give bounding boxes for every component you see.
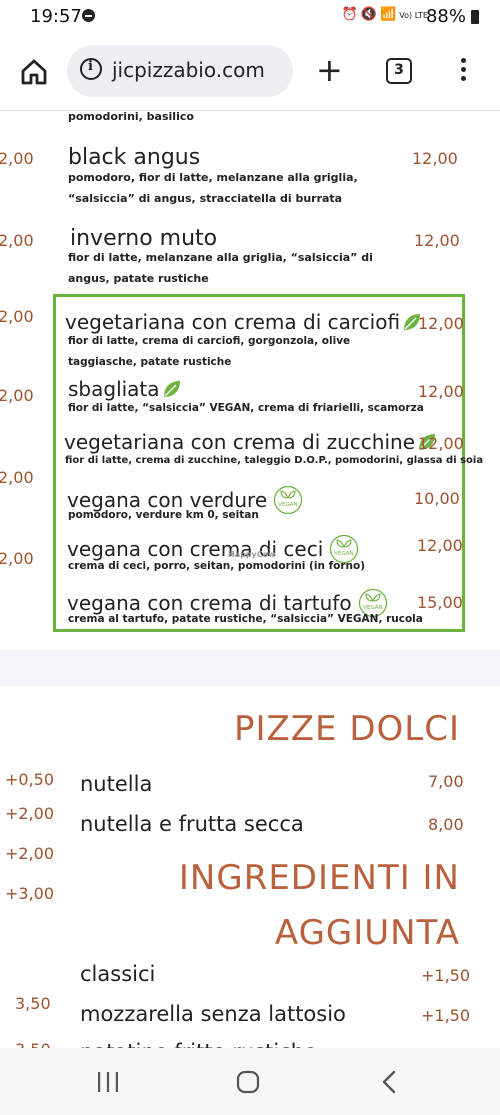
left-price: 2,00	[0, 386, 34, 405]
pizza-description: crema al tartufo, patate rustiche, “sals…	[68, 613, 423, 625]
address-bar[interactable]: jicpizzabio.com	[67, 45, 293, 97]
status-indicators: ⏰🔇📶Vo) LTE	[342, 7, 428, 22]
extra-ingredient-price: +1,50	[421, 966, 471, 985]
pizza-description: fior di latte, melanzane alla griglia, “…	[68, 251, 373, 285]
new-tab-icon[interactable]: +	[316, 54, 343, 86]
more-menu-icon[interactable]	[460, 58, 468, 88]
left-price: 3,50	[15, 994, 51, 1013]
left-price: 2,00	[0, 149, 34, 168]
extra-ingredient-name: classici	[80, 962, 156, 986]
status-time: 19:57	[30, 6, 82, 27]
leaf-icon	[163, 381, 180, 397]
browser-toolbar: jicpizzabio.com + 3	[0, 34, 500, 111]
back-icon[interactable]	[380, 1070, 398, 1094]
pizza-price: 15,00	[417, 593, 463, 612]
extra-ingredient-name: mozzarella senza lattosio	[80, 1002, 346, 1026]
happycow-watermark: HappyCow	[228, 550, 276, 559]
pizza-price: 12,00	[418, 314, 464, 333]
site-info-icon[interactable]	[80, 58, 102, 80]
extra-ingredient-price: +1,50	[421, 1006, 471, 1025]
left-price: 2,00	[0, 549, 34, 568]
pizza-price: 12,00	[418, 434, 464, 453]
left-price: +2,00	[5, 804, 55, 823]
dessert-price: 8,00	[428, 815, 464, 834]
pizza-description: crema di ceci, porro, seitan, pomodorini…	[68, 560, 366, 572]
wifi-icon: 📶	[380, 7, 400, 22]
home-icon[interactable]	[20, 58, 48, 86]
alarm-icon: ⏰	[341, 7, 361, 22]
pizza-description: fior di latte, crema di carciofi, gorgon…	[68, 335, 351, 368]
pizza-price: 12,00	[412, 149, 458, 168]
left-price: 2,00	[0, 468, 34, 487]
dessert-name: nutella	[80, 772, 153, 796]
pizza-description: pomodorini, basilico	[68, 111, 194, 123]
pizza-price: 12,00	[414, 231, 460, 250]
left-price: 2,00	[0, 307, 34, 326]
pizza-description: fior di latte, “salsiccia” VEGAN, crema …	[68, 402, 424, 414]
pizza-price: 12,00	[418, 382, 464, 401]
pizza-description: fior di latte, crema di zucchine, talegg…	[65, 455, 484, 466]
pizza-price: 12,00	[417, 536, 463, 555]
section-divider	[0, 650, 500, 686]
web-page[interactable]: 2,00 2,00 2,00 2,00 2,00 2,00 pomodorini…	[0, 111, 500, 1048]
left-price: 3,50	[15, 1040, 51, 1048]
network-label: Vo) LTE	[399, 11, 428, 20]
battery-level: 88%	[425, 6, 466, 27]
status-bar: 19:57 ⏰🔇📶Vo) LTE 88%	[0, 0, 500, 34]
system-navigation-bar	[0, 1048, 500, 1115]
recent-apps-icon[interactable]	[97, 1071, 119, 1093]
section-title-pizze-dolci: PIZZE DOLCI	[233, 709, 460, 749]
section-title-ingredienti-line1: INGREDIENTI IN	[178, 858, 460, 898]
dessert-price: 7,00	[428, 772, 464, 791]
pizza-price: 10,00	[414, 489, 460, 508]
home-button-icon[interactable]	[236, 1070, 260, 1094]
dessert-name: nutella e frutta secca	[80, 812, 304, 836]
left-price: +2,00	[5, 844, 55, 863]
battery-icon	[471, 10, 479, 24]
url-text[interactable]: jicpizzabio.com	[112, 58, 265, 82]
pizza-description: pomodoro, verdure km 0, seitan	[68, 509, 259, 521]
dnd-icon	[82, 9, 95, 22]
pizza-description: pomodoro, fior di latte, melanzane alla …	[68, 171, 358, 205]
left-price: +0,50	[5, 770, 55, 789]
left-price: +3,00	[5, 884, 55, 903]
tab-switcher-button[interactable]: 3	[386, 58, 412, 84]
extra-ingredient-name: patatine fritte rustiche	[80, 1040, 317, 1048]
mute-icon: 🔇	[360, 7, 381, 22]
left-price: 2,00	[0, 231, 34, 250]
section-title-ingredienti-line2: AGGIUNTA	[274, 913, 460, 953]
